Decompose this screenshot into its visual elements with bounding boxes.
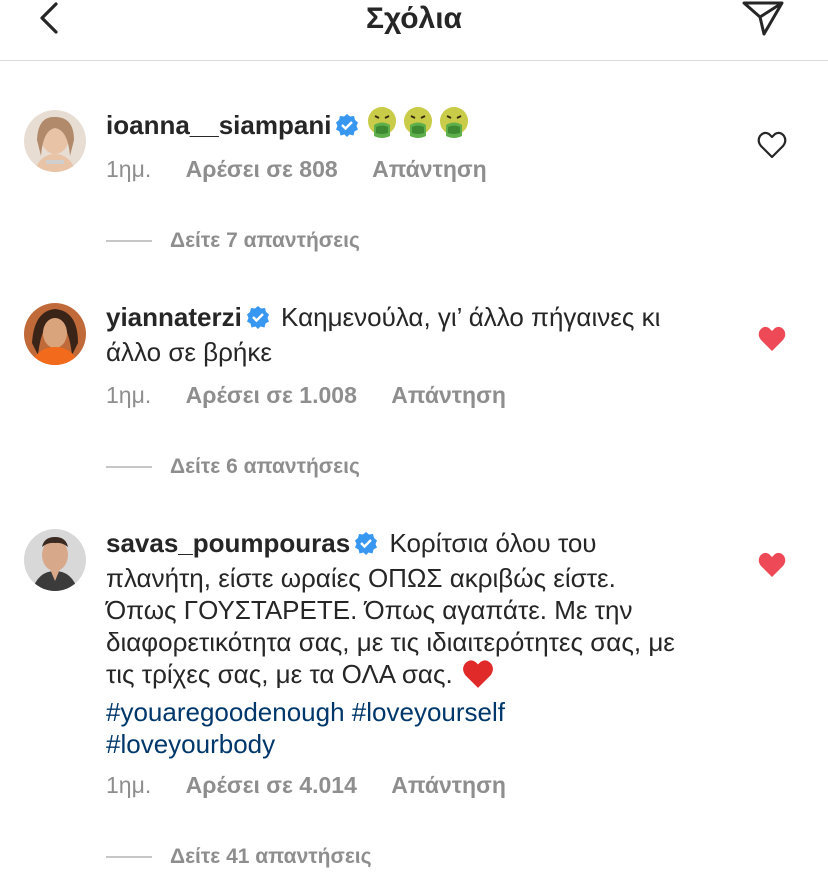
- avatar[interactable]: [24, 529, 86, 591]
- view-replies-label: Δείτε 41 απαντήσεις: [170, 845, 372, 868]
- comment-time: 1ημ.: [106, 156, 152, 182]
- like-button[interactable]: [757, 131, 787, 159]
- likes-count[interactable]: Αρέσει σε 808: [186, 156, 338, 182]
- divider: [106, 240, 152, 242]
- page-title: Σχόλια: [366, 2, 462, 35]
- reply-button[interactable]: Απάντηση: [391, 772, 506, 798]
- comment-meta: 1ημ. Αρέσει σε 4.014 Απάντηση: [106, 772, 534, 799]
- verified-badge-icon: [354, 530, 378, 562]
- likes-count[interactable]: Αρέσει σε 4.014: [186, 772, 357, 798]
- hashtag-link[interactable]: #youaregoodenough: [106, 697, 345, 727]
- like-button[interactable]: [757, 325, 787, 353]
- like-button[interactable]: [757, 551, 787, 579]
- verified-badge-icon: [246, 304, 270, 336]
- heart-outline-icon: [757, 131, 787, 159]
- nauseated-face-emoji-icon: [365, 106, 399, 147]
- avatar[interactable]: [24, 303, 86, 365]
- send-icon: [742, 1, 784, 36]
- view-replies-label: Δείτε 7 απαντήσεις: [170, 229, 360, 252]
- red-heart-emoji-icon: [462, 659, 494, 696]
- comment-time: 1ημ.: [106, 382, 152, 408]
- divider: [106, 466, 152, 468]
- hashtag-link[interactable]: #loveyourself: [352, 697, 505, 727]
- verified-badge-icon: [335, 112, 359, 144]
- nauseated-face-emoji-icon: [401, 106, 435, 147]
- reply-button[interactable]: Απάντηση: [372, 156, 487, 182]
- view-replies-button[interactable]: Δείτε 6 απαντήσεις: [106, 455, 360, 479]
- reply-button[interactable]: Απάντηση: [391, 382, 506, 408]
- avatar[interactable]: [24, 110, 86, 172]
- comment-username[interactable]: yiannaterzi: [106, 302, 242, 332]
- divider: [106, 856, 152, 858]
- heart-filled-icon: [758, 552, 786, 577]
- view-replies-button[interactable]: Δείτε 7 απαντήσεις: [106, 229, 360, 253]
- comment-username[interactable]: ioanna__siampani: [106, 110, 331, 140]
- view-replies-label: Δείτε 6 απαντήσεις: [170, 455, 360, 478]
- share-button[interactable]: [738, 0, 788, 40]
- view-replies-button[interactable]: Δείτε 41 απαντήσεις: [106, 845, 372, 869]
- likes-count[interactable]: Αρέσει σε 1.008: [186, 382, 357, 408]
- comment-time: 1ημ.: [106, 772, 152, 798]
- comment-meta: 1ημ. Αρέσει σε 1.008 Απάντηση: [106, 382, 534, 409]
- header: Σχόλια: [0, 0, 828, 61]
- comment-meta: 1ημ. Αρέσει σε 808 Απάντηση: [106, 156, 515, 183]
- nauseated-face-emoji-icon: [437, 106, 471, 147]
- heart-filled-icon: [758, 326, 786, 351]
- hashtag-link[interactable]: #loveyourbody: [106, 729, 275, 759]
- comment-username[interactable]: savas_poumpouras: [106, 528, 350, 558]
